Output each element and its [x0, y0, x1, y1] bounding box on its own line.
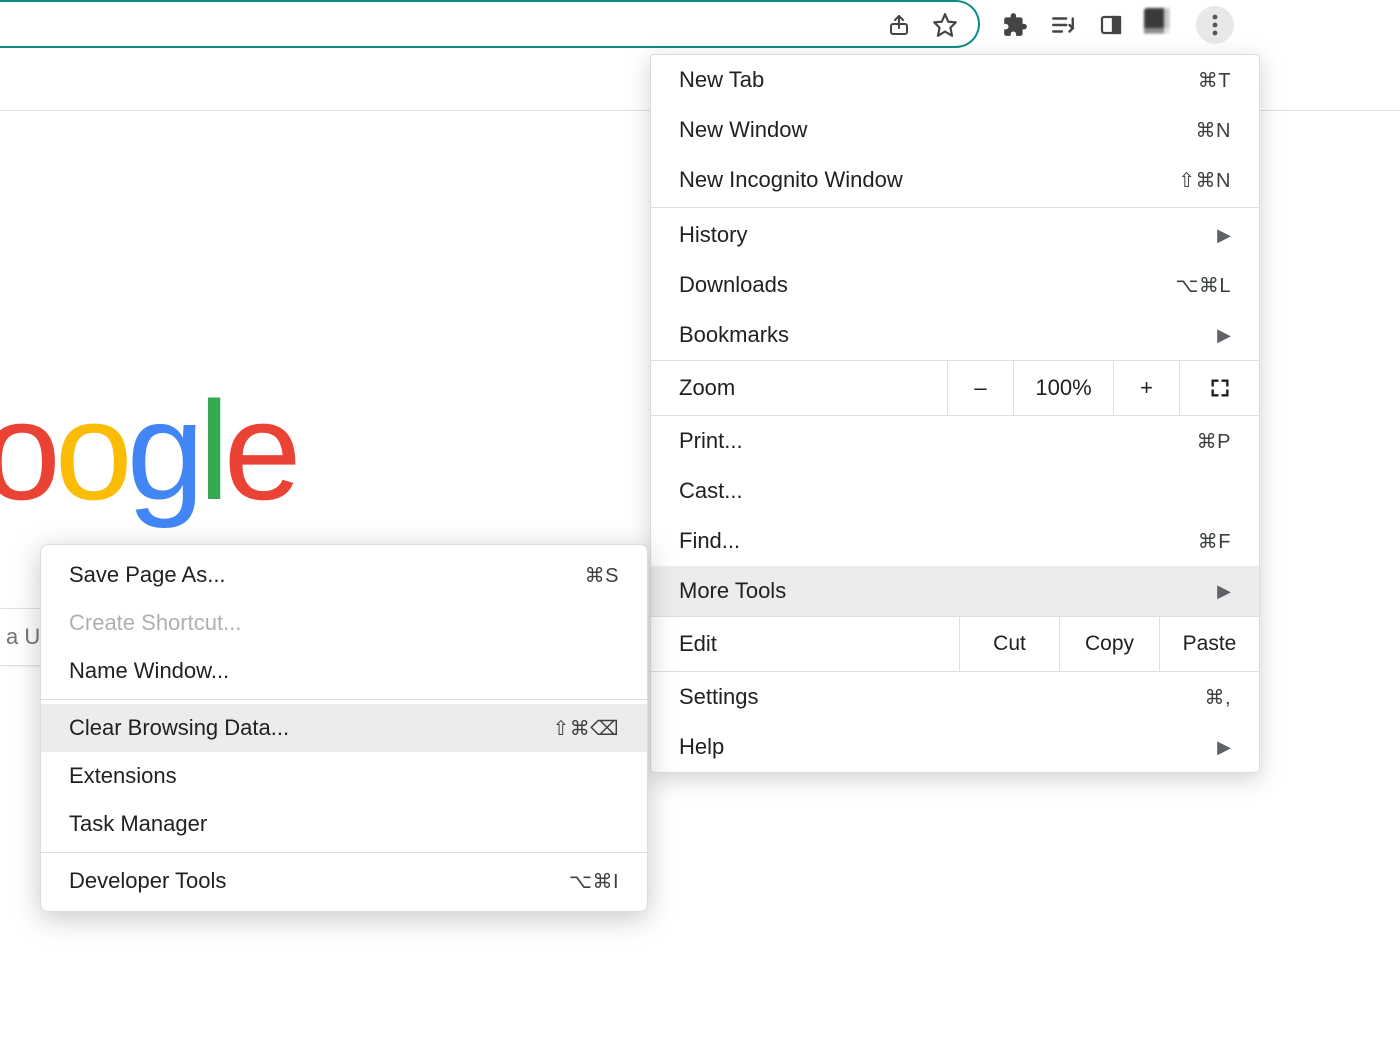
menu-item-label: Save Page As... — [69, 562, 226, 588]
zoom-in-button[interactable]: + — [1113, 361, 1179, 415]
menu-item-shortcut: ⇧⌘N — [1178, 168, 1231, 193]
menu-downloads[interactable]: Downloads ⌥⌘L — [651, 260, 1259, 310]
menu-item-label: Clear Browsing Data... — [69, 715, 289, 741]
side-panel-icon[interactable] — [1096, 10, 1126, 40]
menu-item-label: Bookmarks — [679, 322, 789, 348]
profile-avatar[interactable] — [1144, 8, 1178, 42]
menu-cast[interactable]: Cast... — [651, 466, 1259, 516]
menu-item-label: Extensions — [69, 763, 177, 789]
menu-item-shortcut: ⇧⌘⌫ — [552, 716, 619, 741]
menu-settings[interactable]: Settings ⌘, — [651, 672, 1259, 722]
reading-list-icon[interactable] — [1048, 10, 1078, 40]
submenu-developer-tools[interactable]: Developer Tools ⌥⌘I — [41, 857, 647, 905]
submenu-clear-browsing-data[interactable]: Clear Browsing Data... ⇧⌘⌫ — [41, 704, 647, 752]
menu-item-shortcut: ⌘S — [585, 563, 619, 588]
submenu-extensions[interactable]: Extensions — [41, 752, 647, 800]
submenu-arrow-icon: ▶ — [1217, 581, 1231, 602]
menu-item-label: Find... — [679, 528, 740, 554]
menu-item-shortcut: ⌘P — [1197, 429, 1231, 454]
menu-item-label: Create Shortcut... — [69, 610, 241, 636]
menu-item-label: Print... — [679, 428, 743, 454]
submenu-save-page[interactable]: Save Page As... ⌘S — [41, 551, 647, 599]
menu-item-label: New Window — [679, 117, 807, 143]
menu-item-label: Downloads — [679, 272, 788, 298]
menu-new-incognito[interactable]: New Incognito Window ⇧⌘N — [651, 155, 1259, 205]
submenu-create-shortcut: Create Shortcut... — [41, 599, 647, 647]
menu-edit-row: Edit Cut Copy Paste — [651, 616, 1259, 672]
menu-item-shortcut: ⌘, — [1204, 685, 1231, 710]
more-tools-submenu: Save Page As... ⌘S Create Shortcut... Na… — [40, 544, 648, 912]
submenu-task-manager[interactable]: Task Manager — [41, 800, 647, 848]
menu-item-label: Help — [679, 734, 724, 760]
edit-label: Edit — [651, 631, 959, 657]
menu-item-label: Settings — [679, 684, 759, 710]
menu-print[interactable]: Print... ⌘P — [651, 416, 1259, 466]
submenu-arrow-icon: ▶ — [1217, 325, 1231, 346]
chrome-main-menu: New Tab ⌘T New Window ⌘N New Incognito W… — [650, 54, 1260, 773]
share-icon[interactable] — [884, 10, 914, 40]
edit-cut-button[interactable]: Cut — [959, 617, 1059, 671]
zoom-label: Zoom — [651, 375, 947, 401]
zoom-out-button[interactable]: – — [947, 361, 1013, 415]
menu-zoom-row: Zoom – 100% + — [651, 360, 1259, 416]
extensions-icon[interactable] — [1000, 10, 1030, 40]
menu-history[interactable]: History ▶ — [651, 210, 1259, 260]
menu-item-label: Developer Tools — [69, 868, 226, 894]
menu-new-window[interactable]: New Window ⌘N — [651, 105, 1259, 155]
submenu-arrow-icon: ▶ — [1217, 737, 1231, 758]
edit-paste-button[interactable]: Paste — [1159, 617, 1259, 671]
submenu-name-window[interactable]: Name Window... — [41, 647, 647, 695]
browser-toolbar — [0, 0, 1400, 56]
menu-item-shortcut: ⌥⌘I — [569, 869, 619, 894]
menu-help[interactable]: Help ▶ — [651, 722, 1259, 772]
menu-item-label: New Tab — [679, 67, 764, 93]
menu-find[interactable]: Find... ⌘F — [651, 516, 1259, 566]
menu-item-shortcut: ⌘N — [1196, 118, 1231, 143]
menu-item-label: Task Manager — [69, 811, 207, 837]
edit-copy-button[interactable]: Copy — [1059, 617, 1159, 671]
menu-new-tab[interactable]: New Tab ⌘T — [651, 55, 1259, 105]
submenu-arrow-icon: ▶ — [1217, 225, 1231, 246]
star-icon[interactable] — [930, 10, 960, 40]
search-fragment-text: a U — [6, 624, 40, 650]
menu-item-shortcut: ⌘T — [1198, 68, 1231, 93]
menu-item-shortcut: ⌥⌘L — [1175, 273, 1231, 298]
menu-item-label: Cast... — [679, 478, 743, 504]
menu-more-tools[interactable]: More Tools ▶ — [651, 566, 1259, 616]
menu-item-shortcut: ⌘F — [1198, 529, 1231, 554]
menu-item-label: Name Window... — [69, 658, 229, 684]
menu-item-label: History — [679, 222, 747, 248]
menu-item-label: New Incognito Window — [679, 167, 903, 193]
menu-item-label: More Tools — [679, 578, 786, 604]
address-bar[interactable] — [0, 0, 980, 48]
chrome-menu-button[interactable] — [1196, 6, 1234, 44]
zoom-percent: 100% — [1013, 361, 1113, 415]
google-logo: Google — [0, 370, 296, 532]
menu-bookmarks[interactable]: Bookmarks ▶ — [651, 310, 1259, 360]
fullscreen-button[interactable] — [1179, 361, 1259, 415]
